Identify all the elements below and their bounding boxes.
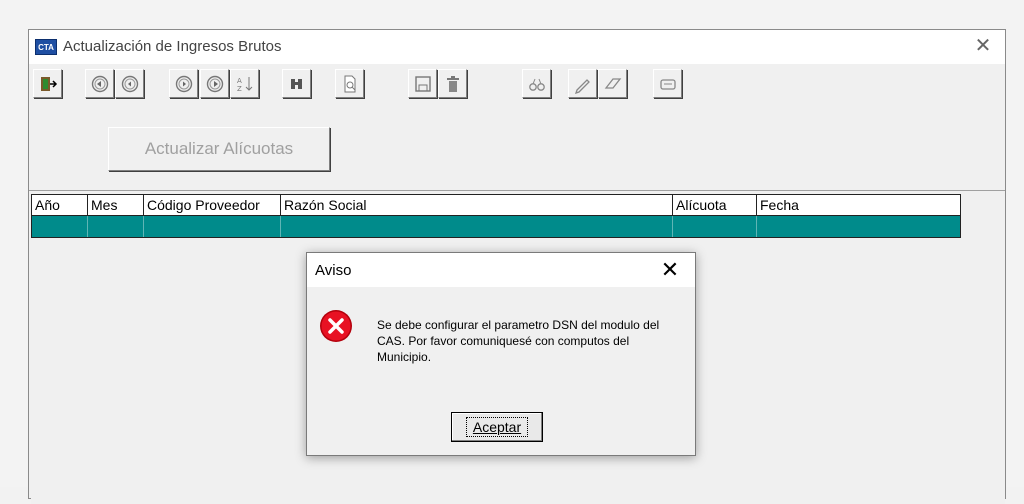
keyboard-button[interactable] [653, 69, 682, 98]
grid-cell[interactable] [673, 216, 757, 237]
dialog-title: Aviso [315, 262, 352, 279]
desktop: CTA Actualización de Ingresos Brutos ✕ A… [0, 0, 1024, 504]
keyboard-icon [659, 78, 676, 90]
next-record-icon [175, 75, 192, 92]
find-button[interactable] [282, 69, 311, 98]
last-record-button[interactable] [200, 69, 229, 98]
table-row[interactable] [31, 216, 961, 238]
window-titlebar[interactable]: CTA Actualización de Ingresos Brutos ✕ [29, 30, 1005, 64]
grid-cell[interactable] [757, 216, 960, 237]
dialog-titlebar[interactable]: Aviso ✕ [307, 253, 695, 287]
window-title: Actualización de Ingresos Brutos [63, 38, 282, 55]
save-icon [414, 75, 431, 92]
view-icon [528, 78, 545, 91]
view-button[interactable] [522, 69, 551, 98]
grid-cell[interactable] [32, 216, 88, 237]
edit-button[interactable] [568, 69, 597, 98]
column-header-razon-social[interactable]: Razón Social [281, 195, 673, 215]
dialog-message: Se debe configurar el parametro DSN del … [377, 318, 660, 364]
find-icon [290, 78, 302, 89]
sort-button[interactable]: AZ [230, 69, 259, 98]
svg-text:A: A [237, 77, 242, 85]
dialog-close-button[interactable]: ✕ [657, 257, 683, 283]
next-record-button[interactable] [169, 69, 198, 98]
window-close-button[interactable]: ✕ [971, 34, 995, 58]
erase-button[interactable] [598, 69, 627, 98]
first-record-button[interactable] [85, 69, 114, 98]
exit-icon [40, 76, 57, 91]
app-logo-icon: CTA [35, 39, 57, 55]
exit-button[interactable] [33, 69, 62, 98]
aviso-dialog: Aviso ✕ Se debe configurar el parametro … [306, 252, 696, 456]
preview-icon [344, 75, 355, 92]
sort-icon: AZ [237, 76, 252, 93]
previous-record-icon [121, 75, 138, 92]
save-button[interactable] [408, 69, 437, 98]
preview-button[interactable] [335, 69, 364, 98]
last-record-icon [206, 75, 223, 92]
toolbar: AZ [29, 66, 1005, 100]
actualizar-alicuotas-button[interactable]: Actualizar Alícuotas [108, 127, 330, 171]
column-header-ano[interactable]: Año [32, 195, 88, 215]
erase-icon [604, 77, 621, 89]
aceptar-label: Aceptar [465, 417, 529, 437]
column-header-mes[interactable]: Mes [88, 195, 144, 215]
previous-record-button[interactable] [115, 69, 144, 98]
first-record-icon [91, 75, 108, 92]
column-header-alicuota[interactable]: Alícuota [673, 195, 757, 215]
grid-cell[interactable] [281, 216, 673, 237]
error-icon [320, 310, 352, 342]
grid-cell[interactable] [144, 216, 281, 237]
delete-icon [446, 75, 459, 92]
column-header-fecha[interactable]: Fecha [757, 195, 960, 215]
grid-cell[interactable] [88, 216, 144, 237]
grid-header: Año Mes Código Proveedor Razón Social Al… [31, 194, 961, 216]
edit-icon [574, 78, 590, 94]
aceptar-button[interactable]: Aceptar [451, 412, 543, 442]
svg-text:Z: Z [237, 85, 242, 93]
delete-button[interactable] [438, 69, 467, 98]
divider [29, 190, 1005, 191]
column-header-codigo-proveedor[interactable]: Código Proveedor [144, 195, 281, 215]
dialog-body: Se debe configurar el parametro DSN del … [307, 287, 695, 455]
